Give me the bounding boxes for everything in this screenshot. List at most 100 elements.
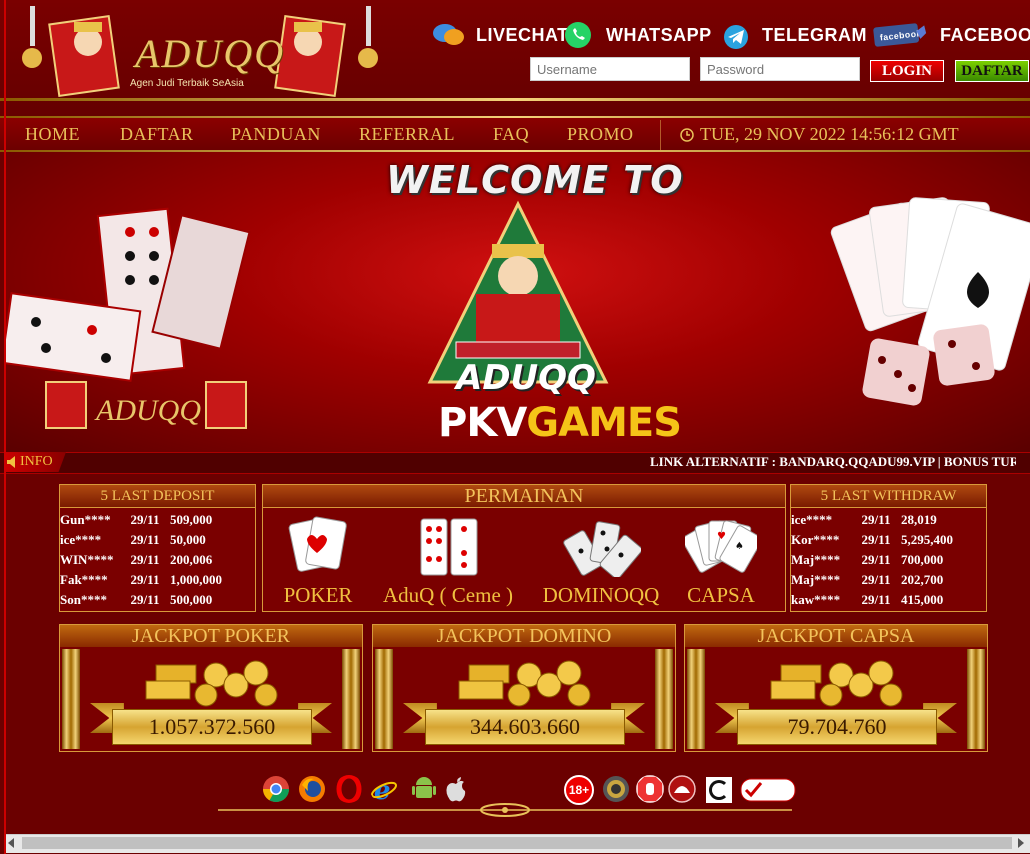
transaction-date: 29/11: [861, 592, 891, 607]
password-input[interactable]: [700, 57, 860, 81]
telegram-icon: [724, 25, 748, 49]
transaction-date: 29/11: [130, 532, 160, 547]
firefox-icon: [299, 776, 325, 802]
deposit-list: Gun**** 29/11 509,000 ice**** 29/11 50,000 WIN…: [60, 508, 255, 610]
ceme-dominoes-icon: [420, 518, 478, 576]
domino-tiles-icon: [563, 521, 643, 580]
king-emblem-icon: [427, 200, 609, 384]
opera-icon: [336, 775, 362, 803]
transaction-date: 29/11: [861, 532, 891, 547]
gold-coins-icon: [770, 660, 903, 707]
capsa-cards-icon: ♥ ♠: [681, 520, 763, 573]
transaction-amount: 200,006: [170, 552, 213, 567]
transaction-user: Maj****: [791, 572, 841, 587]
transaction-date: 29/11: [130, 552, 160, 567]
game-capsa[interactable]: ♥ ♠ CAPSA: [678, 515, 764, 608]
game-aduq[interactable]: AduQ ( Ceme ): [372, 515, 524, 608]
facebook-link[interactable]: facebook FACEBOOK: [872, 20, 1030, 50]
pillar-left: [375, 649, 393, 749]
header-divider: [0, 98, 1030, 101]
transaction-row: Gun**** 29/11 509,000: [60, 510, 255, 530]
verisign-icon: [740, 778, 796, 802]
pkv-gold-text: GAMES: [526, 400, 682, 446]
transaction-user: Kor****: [791, 532, 840, 547]
deposit-panel: 5 LAST DEPOSIT Gun**** 29/11 509,000 ice***…: [59, 484, 256, 612]
transaction-row: WIN**** 29/11 200,006: [60, 550, 255, 570]
transaction-user: kaw****: [791, 592, 841, 607]
games-title: PERMAINAN: [263, 485, 785, 508]
transaction-date: 29/11: [861, 572, 891, 587]
transaction-row: ice**** 29/11 50,000: [60, 530, 255, 550]
scroll-left-icon[interactable]: [8, 838, 14, 848]
banner-welcome-text: WELCOME TO: [386, 158, 684, 202]
pillar-left: [687, 649, 705, 749]
nav-panduan[interactable]: PANDUAN: [231, 124, 321, 145]
svg-text:♠: ♠: [735, 541, 744, 552]
gold-coins-icon: [145, 660, 278, 707]
nav-promo[interactable]: PROMO: [567, 124, 634, 145]
whatsapp-link[interactable]: WHATSAPP: [562, 20, 712, 50]
transaction-date: 29/11: [861, 512, 891, 527]
register-button[interactable]: DAFTAR: [955, 60, 1029, 82]
banner-logo-icon: ADUQQ: [45, 381, 247, 429]
scrollbar-thumb[interactable]: [22, 837, 1012, 849]
username-input[interactable]: [530, 57, 690, 81]
pillar-right: [967, 649, 985, 749]
svg-text:♥: ♥: [717, 531, 726, 542]
transaction-date: 29/11: [130, 592, 160, 607]
jackpot-poker-value: 1.057.372.560: [112, 709, 312, 745]
transaction-user: Son****: [60, 592, 107, 607]
livechat-label: LIVECHAT: [476, 24, 569, 45]
jackpot-capsa-value: 79.704.760: [737, 709, 937, 745]
game-poker[interactable]: POKER: [270, 515, 366, 608]
hero-banner[interactable]: ADUQQ WELCOME TO ADUQQ PKVGAMES: [6, 152, 1030, 452]
jackpot-domino-title: JACKPOT DOMINO: [373, 625, 675, 647]
facebook-label: FACEBOOK: [940, 24, 1030, 45]
hand-stop-icon: [636, 775, 664, 803]
transaction-row: Maj**** 29/11 202,700: [791, 570, 986, 590]
whatsapp-label: WHATSAPP: [606, 24, 712, 45]
jackpot-poker-title: JACKPOT POKER: [60, 625, 362, 647]
deposit-title: 5 LAST DEPOSIT: [60, 485, 255, 508]
transaction-amount: 415,000: [901, 592, 944, 607]
livechat-link[interactable]: LIVECHAT: [432, 20, 569, 50]
speaker-icon: [7, 456, 15, 468]
whatsapp-icon: [565, 22, 591, 48]
pillar-right: [655, 649, 673, 749]
transaction-amount: 700,000: [901, 552, 944, 567]
transaction-user: Maj****: [791, 552, 841, 567]
chrome-icon: [262, 776, 290, 803]
page: ADUQQ Agen Judi Terbaik SeAsia LIVECHAT …: [0, 0, 1030, 854]
login-button[interactable]: LOGIN: [870, 60, 944, 82]
transaction-user: WIN****: [60, 552, 114, 567]
banner-brand-text: ADUQQ: [456, 358, 596, 398]
transaction-user: ice****: [60, 532, 102, 547]
nav-home[interactable]: HOME: [25, 124, 80, 145]
transaction-row: Kor**** 29/11 5,295,400: [791, 530, 986, 550]
nav-faq[interactable]: FAQ: [493, 124, 529, 145]
transaction-user: Gun****: [60, 512, 111, 527]
scroll-right-icon[interactable]: [1018, 838, 1024, 848]
info-ticker: LINK ALTERNATIF : BANDARQ.QQADU99.VIP | …: [650, 454, 1016, 469]
jackpot-domino-value: 344.603.660: [425, 709, 625, 745]
brand-logo[interactable]: ADUQQ Agen Judi Terbaik SeAsia: [10, 2, 390, 102]
transaction-date: 29/11: [861, 552, 891, 567]
game-dominoqq[interactable]: DOMINOQQ: [530, 515, 672, 608]
domino-icon: [6, 207, 251, 382]
login-form: [530, 57, 860, 81]
svg-text:ADUQQ: ADUQQ: [94, 394, 201, 427]
withdraw-panel: 5 LAST WITHDRAW ice**** 29/11 28,019 Kor***…: [790, 484, 987, 612]
facebook-icon: facebook: [873, 23, 927, 47]
telegram-label: TELEGRAM: [762, 24, 867, 45]
nav-daftar[interactable]: DAFTAR: [120, 124, 194, 145]
nav-referral[interactable]: REFERRAL: [359, 124, 455, 145]
transaction-row: Son**** 29/11 500,000: [60, 590, 255, 610]
transaction-row: Maj**** 29/11 700,000: [791, 550, 986, 570]
transaction-row: Fak**** 29/11 1,000,000: [60, 570, 255, 590]
transaction-date: 29/11: [130, 572, 160, 587]
jackpot-poker: JACKPOT POKER 1.057.372.560: [59, 624, 363, 752]
transaction-amount: 5,295,400: [901, 532, 953, 547]
game-capsa-label: CAPSA: [687, 583, 755, 607]
telegram-link[interactable]: TELEGRAM: [718, 20, 867, 50]
ie-icon: e: [371, 776, 397, 803]
